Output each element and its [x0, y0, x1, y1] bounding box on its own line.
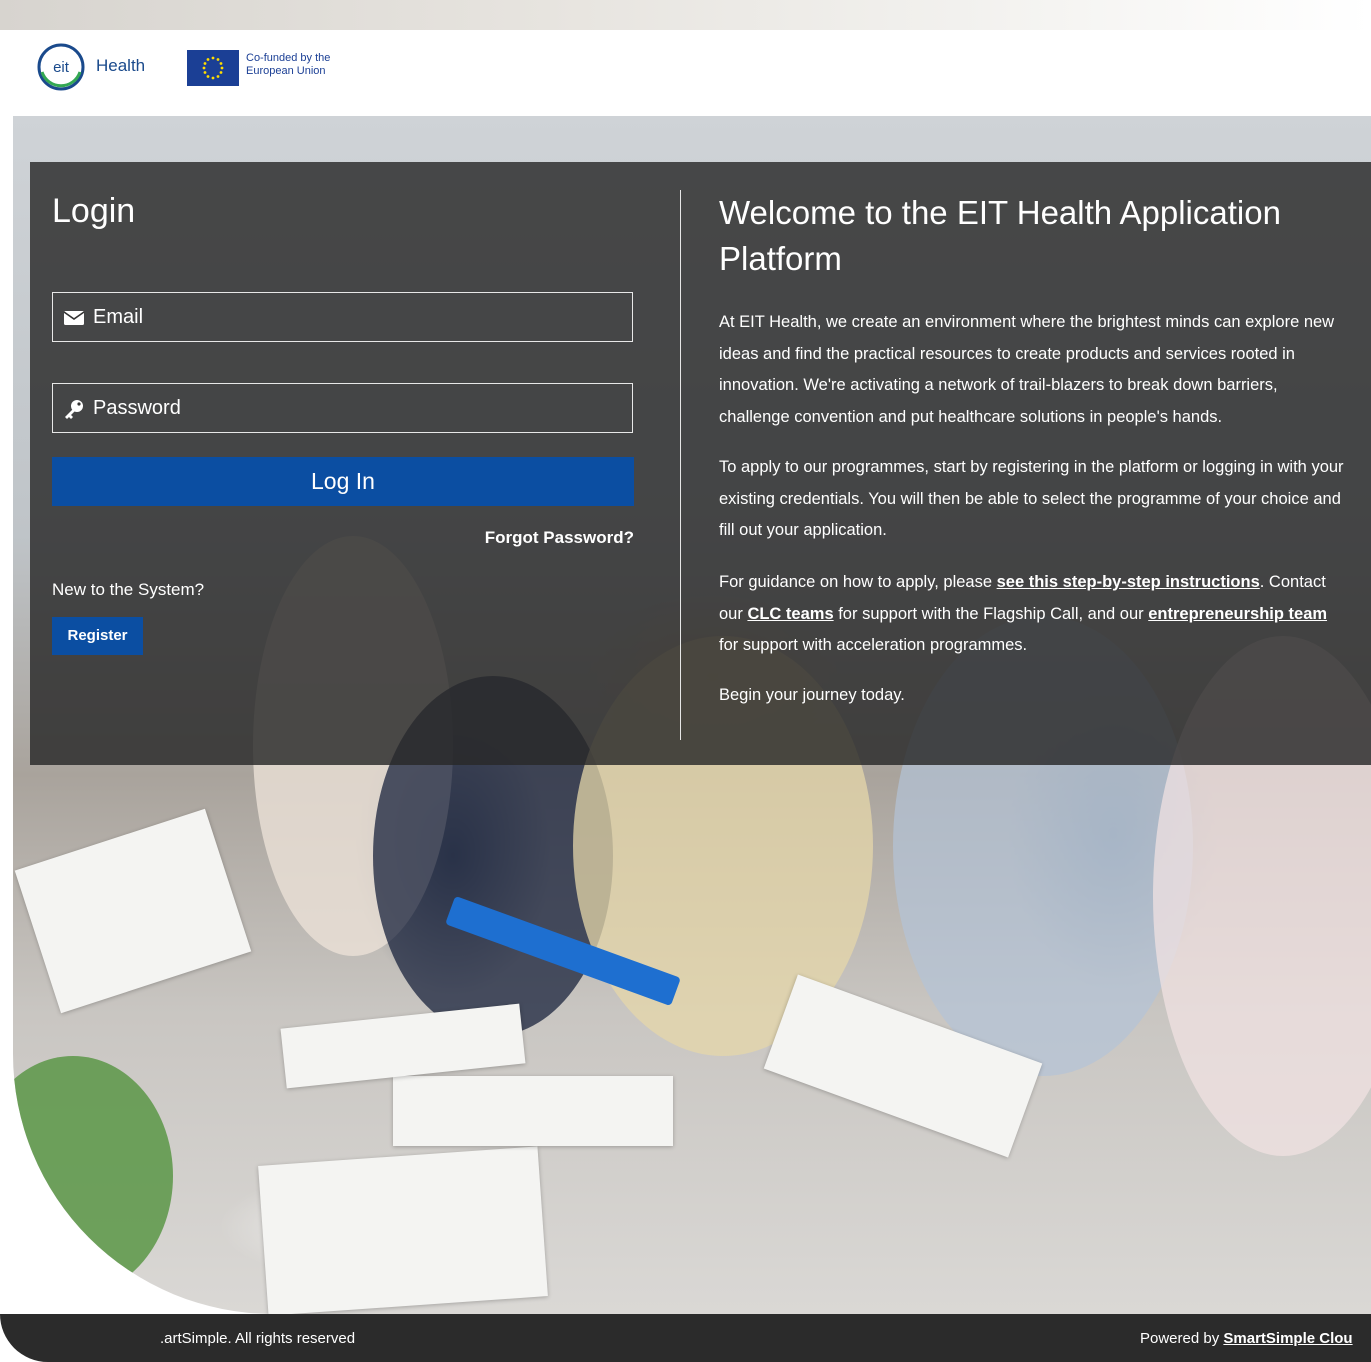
svg-text:eit: eit — [53, 59, 70, 76]
new-to-system-label: New to the System? — [52, 580, 205, 599]
password-field[interactable] — [52, 383, 633, 433]
instructions-link[interactable]: see this step-by-step instructions — [997, 573, 1260, 591]
page: eit Health Co-funded by the European Uni… — [0, 0, 1371, 1362]
clc-teams-link[interactable]: CLC teams — [747, 605, 833, 623]
logo-health-text: Health — [96, 56, 146, 75]
email-field[interactable] — [52, 292, 633, 342]
intro-paragraph: At EIT Health, we create an environment … — [719, 313, 1335, 426]
guidance-text: for support with the Flagship Call, and … — [833, 604, 1149, 623]
top-banner-strip — [0, 0, 1371, 30]
register-button[interactable]: Register — [52, 617, 143, 655]
guidance-text: For guidance on how to apply, please — [719, 573, 997, 591]
apply-paragraph: To apply to our programmes, start by reg… — [719, 458, 1344, 539]
eu-cofunded-text: Co-funded by the European Union — [246, 52, 331, 77]
copyright-text: artSimple. All rights reserved. — [160, 1330, 420, 1347]
login-button[interactable]: Log In — [52, 457, 634, 506]
closing-paragraph: Begin your journey today. — [719, 686, 905, 704]
eu-flag-icon — [187, 50, 239, 86]
copyright-content: artSimple. All rights reserved. — [160, 1330, 356, 1347]
forgot-password-link[interactable]: Forgot Password? — [440, 528, 634, 548]
login-title: Login — [52, 192, 136, 230]
welcome-title: Welcome to the EIT Health Application Pl… — [719, 194, 1281, 277]
guidance-paragraph: For guidance on how to apply, please see… — [719, 567, 1349, 662]
powered-by-text: Powered by — [1140, 1330, 1224, 1347]
guidance-text: for support with acceleration programmes… — [719, 636, 1028, 654]
email-input[interactable] — [93, 293, 613, 341]
entrepreneurship-team-link[interactable]: entrepreneurship team — [1148, 605, 1327, 623]
footer: artSimple. All rights reserved. Powered … — [0, 1314, 1371, 1362]
key-icon — [65, 400, 83, 419]
powered-by: Powered by SmartSimple Clou — [1140, 1330, 1353, 1347]
header: eit Health Co-funded by the European Uni… — [0, 30, 1371, 116]
smartsimple-link[interactable]: SmartSimple Clou — [1223, 1330, 1352, 1347]
eit-logo-icon[interactable]: eit — [36, 42, 86, 92]
envelope-icon — [63, 311, 85, 325]
password-input[interactable] — [93, 384, 613, 432]
column-divider — [680, 190, 681, 740]
